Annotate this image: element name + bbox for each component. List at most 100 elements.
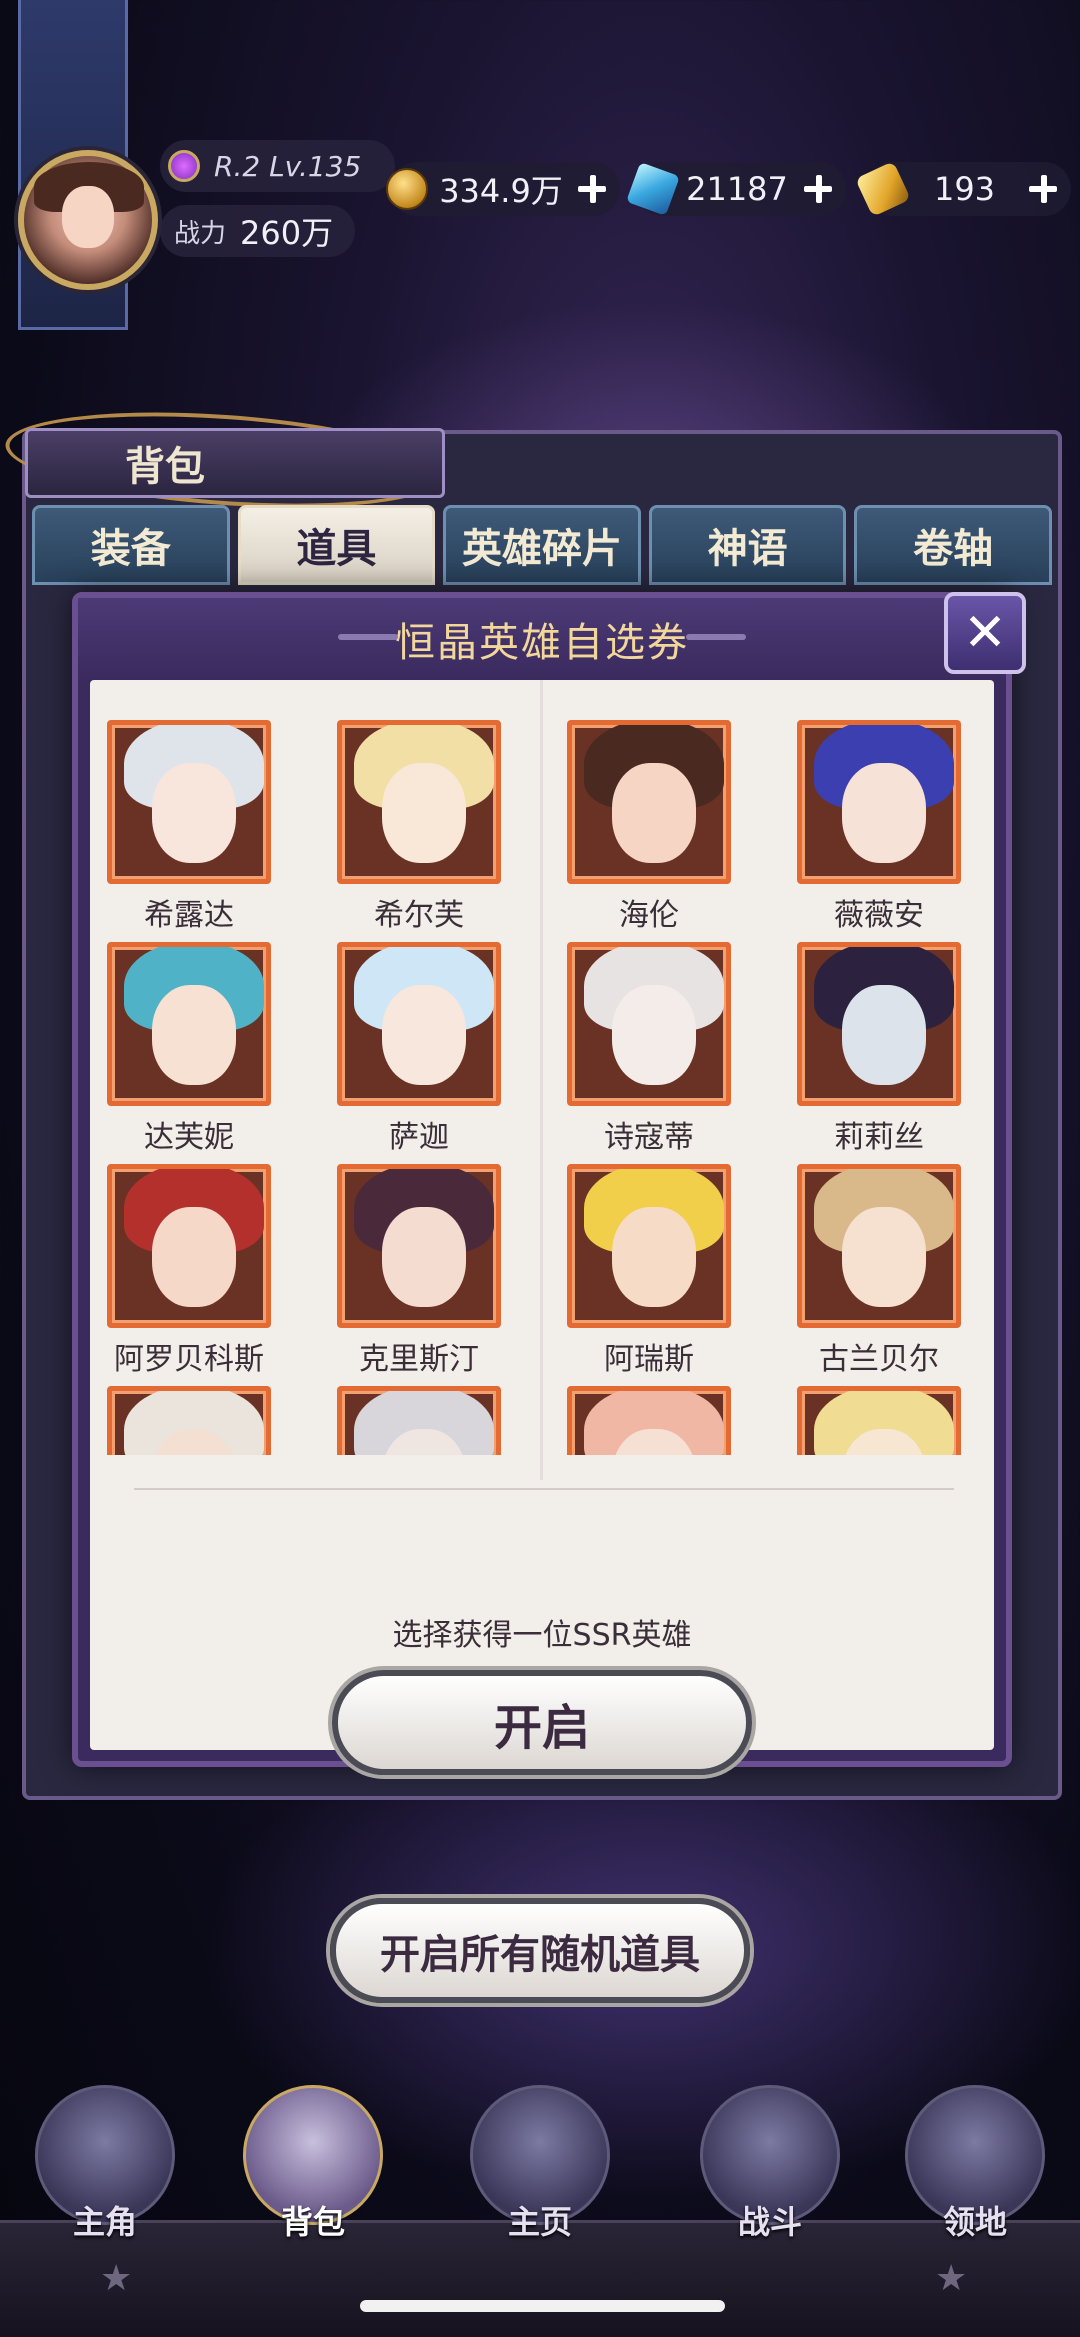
hero-face [152, 763, 236, 863]
tab-equipment[interactable]: 装备 [32, 505, 230, 585]
hero-card[interactable]: 阿罗贝科斯 [104, 1164, 274, 1378]
power-label: 战力 [174, 218, 227, 249]
hero-card[interactable]: 萨迦 [334, 942, 504, 1156]
gold-resource: 334.9万 [386, 162, 620, 216]
hero-name: 萨迦 [389, 1120, 449, 1155]
modal-title: 恒晶英雄自选券 [395, 620, 689, 666]
hero-face [382, 1207, 466, 1307]
hero-portrait [107, 1164, 271, 1328]
nav-battle[interactable]: 战斗 [685, 2085, 855, 2241]
hero-portrait [107, 1386, 271, 1455]
modal-content: 希露达 希尔芙 海伦 薇薇安达芙妮 萨迦 诗寇蒂 莉莉丝阿罗贝科斯 克里斯汀 阿瑞斯 古兰贝尔 选… [90, 680, 994, 2302]
backpack-title: 背包 [125, 443, 205, 490]
hero-card[interactable] [334, 1386, 504, 1455]
open-button[interactable]: 开启 [332, 1670, 752, 1775]
hero-name: 海伦 [619, 898, 679, 933]
hero-name: 古兰贝尔 [819, 1342, 939, 1377]
hero-portrait [107, 942, 271, 1106]
hero-card[interactable] [104, 1386, 274, 1455]
crystal-resource: 21187 [626, 162, 846, 216]
nav-territory[interactable]: 领地 [890, 2085, 1060, 2241]
blue-crystal-icon [626, 162, 680, 216]
crystal-value: 21187 [686, 170, 788, 208]
hero-grid[interactable]: 希露达 希尔芙 海伦 薇薇安达芙妮 萨迦 诗寇蒂 莉莉丝阿罗贝科斯 克里斯汀 阿瑞斯 古兰贝尔 [104, 720, 984, 1455]
hero-name: 克里斯汀 [359, 1342, 479, 1377]
close-button[interactable]: ✕ [944, 592, 1026, 674]
hero-name: 薇薇安 [834, 898, 924, 933]
hero-face [152, 985, 236, 1085]
add-crystal-button[interactable] [800, 171, 836, 207]
hero-card[interactable]: 古兰贝尔 [794, 1164, 964, 1378]
gold-coin-icon [386, 168, 428, 210]
tab-items[interactable]: 道具 [237, 505, 436, 585]
hero-portrait [797, 942, 961, 1106]
hero-face [382, 763, 466, 863]
hero-portrait [337, 1386, 501, 1455]
header-ornament [686, 634, 746, 640]
header-ornament [338, 634, 398, 640]
close-x-icon: ✕ [963, 603, 1007, 663]
gold-gem-icon [855, 161, 911, 217]
star-icon: ★ [100, 2258, 133, 2299]
hero-name: 阿罗贝科斯 [114, 1342, 264, 1377]
power-pill: 战力 260万 [160, 205, 355, 257]
hero-name: 达芙妮 [144, 1120, 234, 1155]
hero-card[interactable]: 克里斯汀 [334, 1164, 504, 1378]
hero-card[interactable] [794, 1386, 964, 1455]
open-button-label: 开启 [493, 1699, 590, 1756]
open-all-random-items-button[interactable]: 开启所有随机道具 [330, 1898, 750, 2003]
tab-divine-words[interactable]: 神语 [648, 505, 847, 585]
hero-name: 莉莉丝 [834, 1120, 924, 1155]
hero-card[interactable]: 希露达 [104, 720, 274, 934]
gem-value: 193 [933, 170, 996, 208]
level-text: R.2 Lv.135 [214, 149, 362, 183]
hero-card[interactable]: 诗寇蒂 [564, 942, 734, 1156]
nav-home[interactable]: 主页 [455, 2085, 625, 2241]
hero-portrait [797, 1386, 961, 1455]
hero-face [612, 985, 696, 1085]
gold-value: 334.9万 [439, 172, 563, 210]
hero-card[interactable]: 阿瑞斯 [564, 1164, 734, 1378]
selection-hint: 选择获得一位SSR英雄 [392, 1618, 692, 1653]
nav-hero-label: 主角 [72, 2203, 137, 2241]
divider [132, 1488, 956, 2302]
home-indicator[interactable] [360, 2300, 725, 2312]
hero-card[interactable]: 达芙妮 [104, 942, 274, 1156]
hero-card[interactable]: 海伦 [564, 720, 734, 934]
add-gem-button[interactable] [1025, 171, 1061, 207]
hero-face [382, 985, 466, 1085]
nav-home-label: 主页 [507, 2203, 572, 2241]
player-avatar[interactable] [18, 150, 158, 290]
tab-hero-shards[interactable]: 英雄碎片 [443, 505, 641, 585]
hero-face [612, 763, 696, 863]
rank-gem-icon [168, 150, 200, 182]
star-icon: ★ [935, 2258, 968, 2299]
hero-face [842, 985, 926, 1085]
hero-face [152, 1207, 236, 1307]
tab-scrolls[interactable]: 卷轴 [854, 505, 1052, 585]
hero-card[interactable] [564, 1386, 734, 1455]
backpack-title-plate: 背包 [25, 428, 445, 498]
hero-portrait [337, 1164, 501, 1328]
hero-portrait [567, 1164, 731, 1328]
modal-header: 恒晶英雄自选券 [78, 598, 1006, 680]
hero-portrait [567, 1386, 731, 1455]
hero-face [612, 1207, 696, 1307]
hero-card[interactable]: 薇薇安 [794, 720, 964, 934]
hero-card[interactable]: 莉莉丝 [794, 942, 964, 1156]
hero-portrait [337, 720, 501, 884]
add-gold-button[interactable] [574, 171, 610, 207]
hero-portrait [567, 942, 731, 1106]
hero-name: 希露达 [144, 898, 234, 933]
nav-hero[interactable]: 主角 [20, 2085, 190, 2241]
backpack-tabs: 装备 道具 英雄碎片 神语 卷轴 [32, 505, 1052, 585]
nav-territory-label: 领地 [942, 2203, 1007, 2241]
hero-portrait [337, 942, 501, 1106]
nav-battle-label: 战斗 [737, 2203, 802, 2241]
hero-card[interactable]: 希尔芙 [334, 720, 504, 934]
hero-name: 希尔芙 [374, 898, 464, 933]
nav-backpack[interactable]: 背包 [228, 2085, 398, 2241]
hero-portrait [567, 720, 731, 884]
hero-portrait [107, 720, 271, 884]
hero-portrait [797, 1164, 961, 1328]
